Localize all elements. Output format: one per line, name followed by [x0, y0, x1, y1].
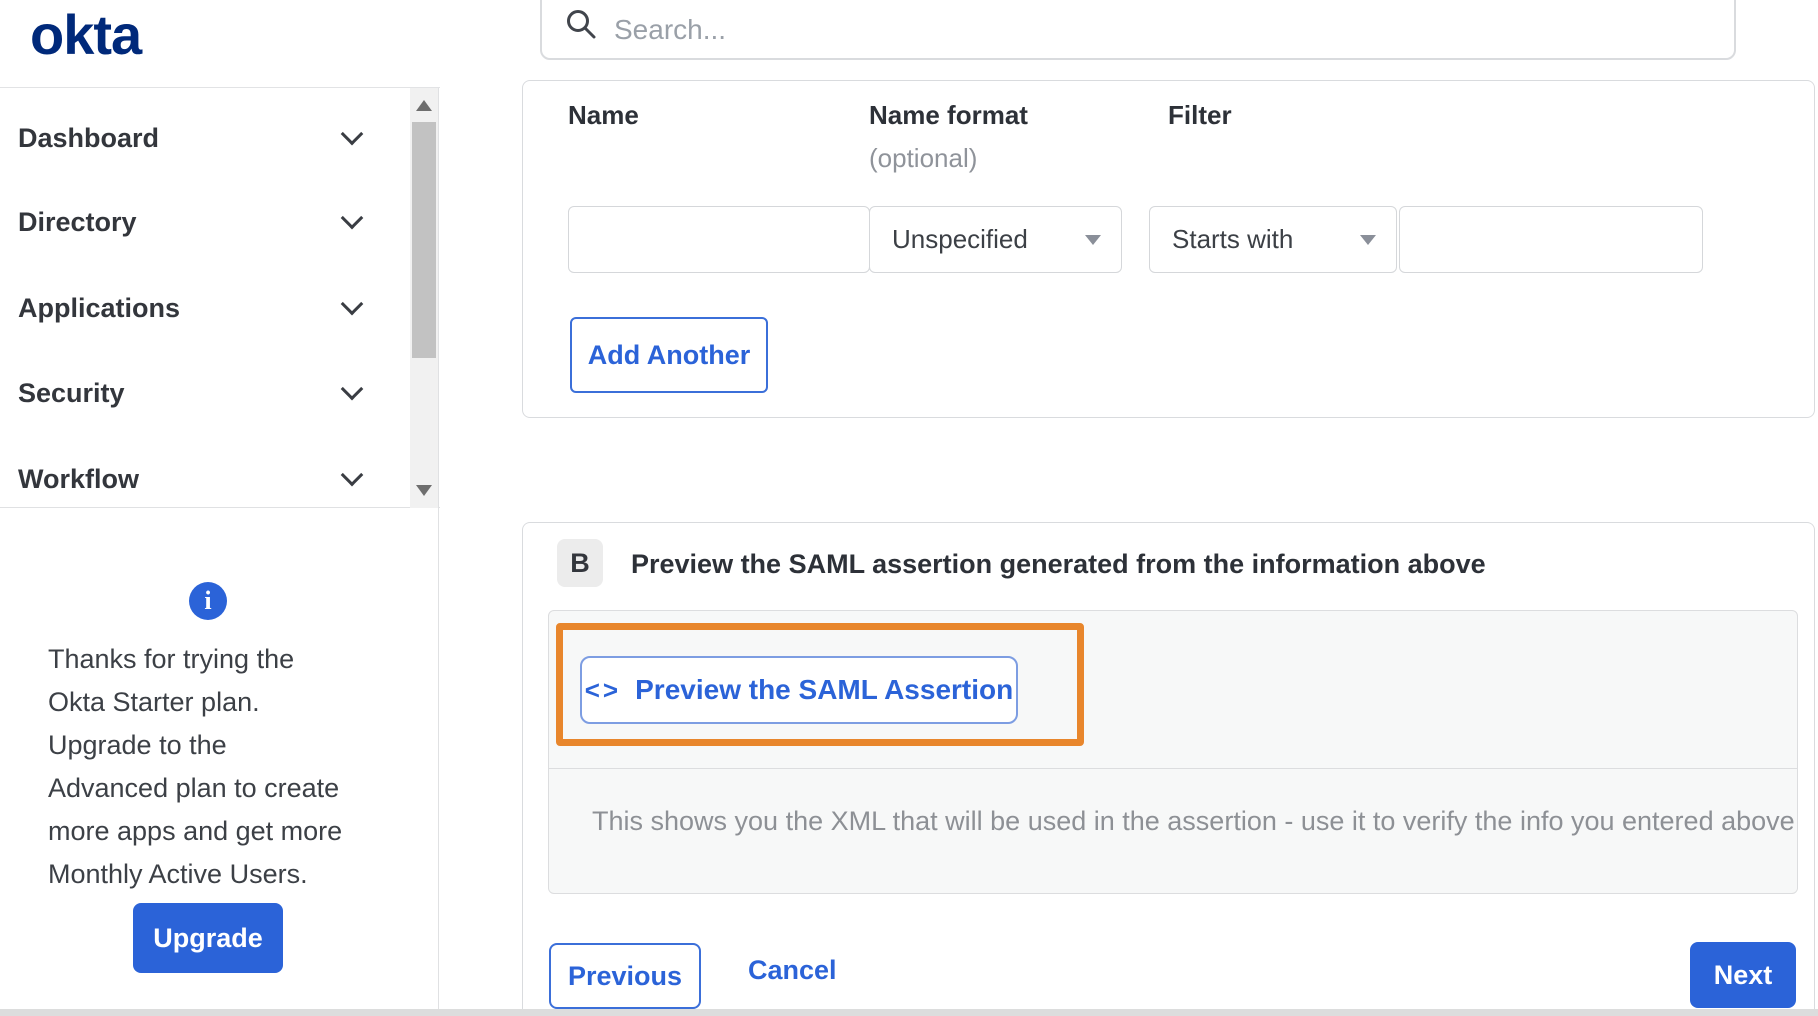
sidebar-item-label: Workflow: [18, 463, 139, 494]
preview-section-title: Preview the SAML assertion generated fro…: [631, 549, 1486, 579]
upgrade-button[interactable]: Upgrade: [133, 903, 283, 973]
name-format-select[interactable]: Unspecified: [869, 206, 1122, 273]
scroll-up-icon[interactable]: [416, 100, 432, 111]
next-button[interactable]: Next: [1690, 942, 1796, 1008]
dropdown-arrow-icon: [1085, 234, 1101, 245]
column-header-name: Name: [568, 100, 639, 130]
code-brackets-icon: <>: [584, 674, 622, 705]
chevron-down-icon: [340, 377, 364, 401]
plan-promo-text: Thanks for trying the Okta Starter plan.…: [48, 644, 343, 889]
sidebar-item-label: Directory: [18, 206, 137, 237]
sidebar-nav: Dashboard Directory Applications Securit…: [0, 88, 440, 508]
preview-well: <> Preview the SAML Assertion This shows…: [548, 610, 1798, 894]
sidebar-item-directory[interactable]: Directory: [0, 192, 408, 252]
add-another-button[interactable]: Add Another: [570, 317, 768, 393]
attribute-name-input[interactable]: [568, 206, 870, 273]
okta-admin-screen: okta Dashboard Directory Applications Se…: [0, 0, 1818, 1016]
preview-button-label: Preview the SAML Assertion: [635, 674, 1014, 705]
step-b-badge: B: [557, 539, 603, 587]
name-format-value: Unspecified: [892, 224, 1028, 254]
sidebar-scrollbar[interactable]: [410, 88, 438, 508]
sidebar-right-border: [438, 88, 439, 1016]
info-icon: i: [189, 582, 227, 620]
chevron-down-icon: [340, 206, 364, 230]
filter-type-value: Starts with: [1172, 224, 1294, 254]
okta-logo[interactable]: okta: [30, 2, 142, 67]
sidebar-item-security[interactable]: Security: [0, 363, 408, 423]
column-header-name-format: Name format: [869, 100, 1028, 130]
chevron-down-icon: [340, 122, 364, 146]
scroll-down-icon[interactable]: [416, 485, 432, 496]
search-input[interactable]: [614, 14, 1664, 46]
filter-type-select[interactable]: Starts with: [1149, 206, 1397, 273]
viewport-bottom-edge: [0, 1009, 1818, 1016]
dropdown-arrow-icon: [1360, 234, 1376, 245]
sidebar-item-dashboard[interactable]: Dashboard: [0, 108, 408, 168]
cancel-link[interactable]: Cancel: [748, 955, 837, 986]
scrollbar-thumb[interactable]: [412, 122, 436, 358]
global-search[interactable]: [540, 0, 1736, 60]
sidebar-item-label: Applications: [18, 292, 181, 323]
preview-saml-card: B Preview the SAML assertion generated f…: [522, 522, 1815, 1016]
search-icon: [564, 7, 598, 46]
previous-button[interactable]: Previous: [549, 943, 701, 1009]
sidebar-item-workflow[interactable]: Workflow: [0, 449, 408, 509]
preview-hint-text: This shows you the XML that will be used…: [592, 806, 1795, 836]
sidebar-item-label: Security: [18, 377, 125, 408]
column-note-optional: (optional): [869, 143, 978, 173]
chevron-down-icon: [340, 463, 364, 487]
filter-value-input[interactable]: [1399, 206, 1703, 273]
attribute-statements-card: Name Name format (optional) Filter Unspe…: [522, 80, 1815, 418]
column-header-filter: Filter: [1168, 100, 1232, 130]
sidebar-item-label: Dashboard: [18, 122, 160, 153]
chevron-down-icon: [340, 292, 364, 316]
sidebar-item-applications[interactable]: Applications: [0, 278, 408, 338]
preview-saml-assertion-button[interactable]: <> Preview the SAML Assertion: [580, 656, 1018, 724]
well-divider: [549, 768, 1797, 769]
